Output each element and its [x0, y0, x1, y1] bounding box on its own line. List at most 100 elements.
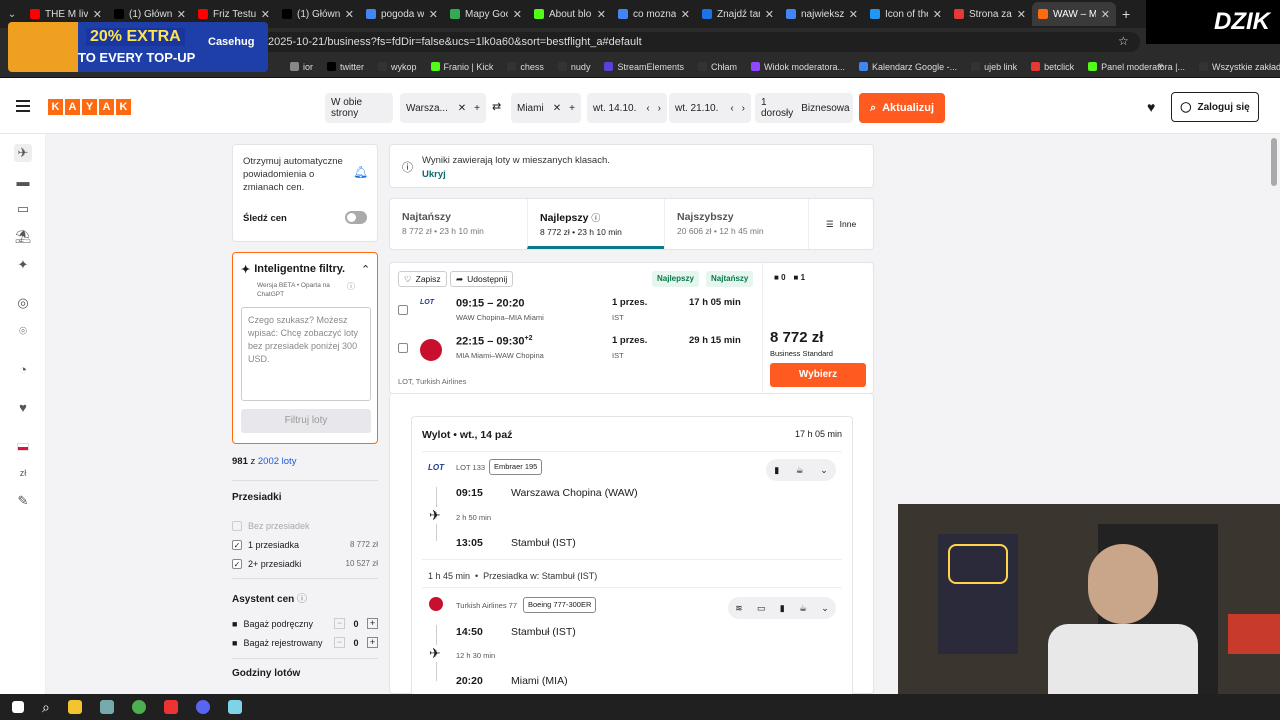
bookmark-item[interactable]: ujeb link: [971, 62, 1017, 72]
menu-icon[interactable]: [16, 100, 30, 112]
notepad-icon[interactable]: [227, 700, 242, 714]
browser-tab[interactable]: About blo ✕: [528, 2, 612, 26]
kayak-logo[interactable]: KAYAK: [48, 99, 131, 115]
depart-date-field[interactable]: wt. 14.10. ‹ ›: [587, 93, 667, 123]
tab-search-icon[interactable]: ⌄: [0, 9, 24, 20]
bookmark-item[interactable]: Panel moderatora |...: [1088, 62, 1185, 72]
close-tab-icon[interactable]: ✕: [93, 8, 102, 21]
stops-option[interactable]: ✓ 2+ przesiadki 10 527 zł: [232, 554, 378, 573]
compare-checkbox[interactable]: [398, 305, 408, 315]
sort-tab[interactable]: Najtańszy 8 772 zł • 23 h 10 min: [390, 199, 527, 249]
info-icon[interactable]: ⓘ: [591, 213, 600, 223]
return-date-field[interactable]: wt. 21.10. ‹ ›: [669, 93, 751, 123]
sort-tab[interactable]: Najszybszy 20 606 zł • 12 h 45 min: [664, 199, 801, 249]
swap-icon[interactable]: ⇄: [492, 100, 501, 113]
feedback-icon[interactable]: ✎: [14, 492, 32, 510]
app-icon[interactable]: [99, 700, 114, 714]
windows-start-icon[interactable]: [12, 701, 24, 713]
bookmark-star-icon[interactable]: ☆: [1118, 34, 1129, 48]
bookmarks-overflow-icon[interactable]: »: [1158, 60, 1164, 71]
stops-option[interactable]: Bez przesiadek: [232, 516, 378, 535]
flights-icon[interactable]: ✈: [14, 144, 32, 162]
close-tab-icon[interactable]: ✕: [261, 8, 270, 21]
browser-tab[interactable]: (1) Główna✕: [276, 2, 360, 26]
bookmark-item[interactable]: nudy: [557, 62, 590, 72]
close-tab-icon[interactable]: ✕: [345, 8, 354, 21]
explore-icon[interactable]: ◎: [14, 294, 32, 312]
stops-checkbox[interactable]: ✓: [232, 558, 242, 569]
info-icon[interactable]: ⓘ: [347, 281, 355, 292]
close-tab-icon[interactable]: ✕: [513, 8, 522, 21]
update-search-button[interactable]: ⌕ Aktualizuj: [859, 93, 945, 123]
increment-button[interactable]: +: [367, 618, 378, 629]
decrement-button[interactable]: −: [334, 618, 345, 629]
trips-icon[interactable]: ⌾: [14, 322, 32, 340]
collapse-chevron-icon[interactable]: ⌃: [361, 263, 370, 276]
close-tab-icon[interactable]: ✕: [429, 8, 438, 21]
browser-tab[interactable]: Icon of the ✕: [864, 2, 948, 26]
track-price-toggle[interactable]: [345, 211, 367, 224]
login-button[interactable]: ◯ Zaloguj się: [1171, 92, 1259, 122]
stops-checkbox[interactable]: ✓: [232, 539, 242, 550]
packages-icon[interactable]: ⛱: [14, 228, 32, 246]
close-tab-icon[interactable]: ✕: [681, 8, 690, 21]
bookmark-item[interactable]: ior: [290, 62, 313, 72]
smart-filter-textarea[interactable]: Czego szukasz? Możesz wpisać: Chcę zobac…: [241, 307, 371, 401]
browser-tab[interactable]: co mozna ✕: [612, 2, 696, 26]
close-tab-icon[interactable]: ✕: [597, 8, 606, 21]
bookmark-item[interactable]: Chłam: [697, 62, 737, 72]
bookmark-item[interactable]: StreamElements: [604, 62, 684, 72]
trip-type-select[interactable]: W obie strony: [325, 93, 393, 123]
close-tab-icon[interactable]: ✕: [177, 8, 186, 21]
close-tab-icon[interactable]: ✕: [1017, 8, 1026, 21]
ai-sparkle-icon[interactable]: ✦: [14, 256, 32, 274]
bookmark-item[interactable]: chess: [507, 62, 544, 72]
close-tab-icon[interactable]: ✕: [849, 8, 858, 21]
deals-icon[interactable]: ◔: [14, 360, 32, 378]
bookmark-item[interactable]: twitter: [327, 62, 364, 72]
bookmark-item[interactable]: Widok moderatora...: [751, 62, 845, 72]
increment-button[interactable]: +: [367, 637, 378, 648]
share-result-button[interactable]: ➦ Udostępnij: [450, 271, 514, 287]
discord-icon[interactable]: [195, 700, 210, 714]
browser-tab[interactable]: WAW – M ✕: [1032, 2, 1116, 26]
origin-field[interactable]: Warsza... ✕ +: [400, 93, 486, 123]
decrement-button[interactable]: −: [334, 637, 345, 648]
file-explorer-icon[interactable]: [67, 700, 82, 714]
bookmark-item[interactable]: betclick: [1031, 62, 1074, 72]
travelers-cabin-field[interactable]: 1 dorosły Biznesowa: [755, 93, 853, 123]
filter-flights-button[interactable]: Filtruj loty: [241, 409, 371, 433]
language-flag-icon[interactable]: [14, 438, 32, 456]
stops-checkbox[interactable]: [232, 520, 242, 531]
url-field[interactable]: 2025-10-21/business?fs=fdDir=false&ucs=1…: [250, 32, 1140, 52]
cars-icon[interactable]: ▭: [14, 200, 32, 218]
chrome-icon[interactable]: [131, 700, 146, 714]
stops-option[interactable]: ✓ 1 przesiadka 8 772 zł: [232, 535, 378, 554]
browser-tab[interactable]: Mapy Goo ✕: [444, 2, 528, 26]
hotels-icon[interactable]: ▬: [14, 172, 32, 190]
bookmark-item[interactable]: Kalendarz Google -...: [859, 62, 957, 72]
more-sort-button[interactable]: ☰ Inne: [826, 219, 856, 230]
currency-button[interactable]: zł: [14, 464, 32, 482]
browser-tab[interactable]: najwieksz ✕: [780, 2, 864, 26]
sort-tab[interactable]: Najlepszy ⓘ 8 772 zł • 23 h 10 min: [527, 199, 664, 249]
obs-icon[interactable]: [163, 700, 178, 714]
saved-heart-icon[interactable]: ♥: [14, 398, 32, 416]
close-tab-icon[interactable]: ✕: [765, 8, 774, 21]
segment1-amenities[interactable]: ▮ ☕︎ ⌄: [766, 459, 836, 481]
hide-notice-link[interactable]: Ukryj: [422, 169, 446, 180]
compare-checkbox[interactable]: [398, 343, 408, 353]
browser-tab[interactable]: pogoda w ✕: [360, 2, 444, 26]
browser-tab[interactable]: Strona zab✕: [948, 2, 1032, 26]
close-tab-icon[interactable]: ✕: [1101, 8, 1110, 21]
heart-icon[interactable]: ♥: [1147, 99, 1155, 115]
new-tab-button[interactable]: +: [1122, 6, 1130, 22]
bookmark-item[interactable]: Franio | Kick: [430, 62, 493, 72]
close-tab-icon[interactable]: ✕: [933, 8, 942, 21]
destination-field[interactable]: Miami ✕ +: [511, 93, 581, 123]
search-icon[interactable]: ⌕: [42, 699, 50, 716]
all-flights-link[interactable]: 2002 loty: [258, 456, 297, 467]
browser-tab[interactable]: Znajdź tan ✕: [696, 2, 780, 26]
save-result-button[interactable]: ♡ Zapisz: [398, 271, 447, 287]
select-flight-button[interactable]: Wybierz: [770, 363, 866, 387]
